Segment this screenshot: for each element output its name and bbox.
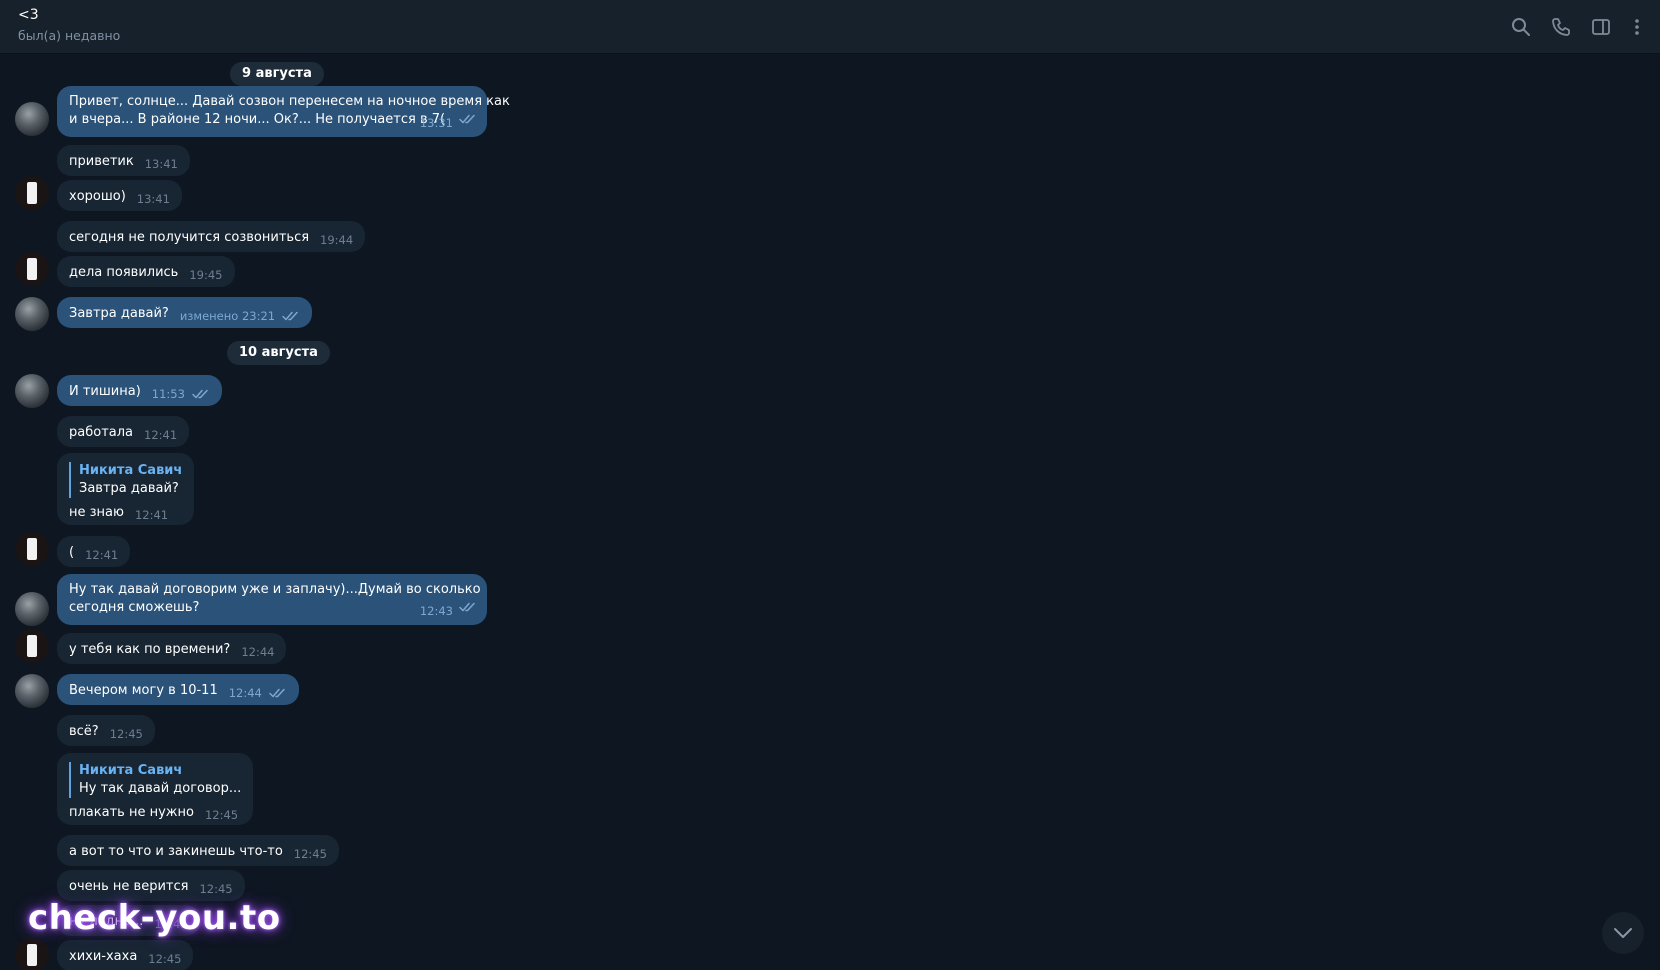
message-bubble[interactable]: Никита Савич Ну так давай договор... пла… xyxy=(57,753,254,825)
avatar[interactable] xyxy=(15,532,49,566)
message-time: 12:45 xyxy=(148,952,182,966)
avatar[interactable] xyxy=(15,592,49,626)
avatar[interactable] xyxy=(15,176,49,210)
message-text: дела появились xyxy=(69,265,179,280)
double-check-icon xyxy=(282,309,300,327)
message-time: 12:45 xyxy=(109,727,143,741)
message-bubble[interactable]: хорошо) 13:41 xyxy=(57,180,182,211)
reply-author: Никита Савич xyxy=(79,463,183,478)
scroll-down-button[interactable] xyxy=(1602,912,1644,954)
double-check-icon xyxy=(269,686,287,704)
message-bubble[interactable]: дела появились 19:45 xyxy=(57,256,235,287)
message-time: 13:41 xyxy=(144,157,178,171)
message-time: 19:44 xyxy=(320,233,354,247)
reply-quote[interactable]: Никита Савич Ну так давай договор... xyxy=(69,762,241,798)
message-text: сегодня не получится созвониться xyxy=(69,230,310,245)
message-bubble[interactable]: Привет, солнце... Давай созвон перенесем… xyxy=(57,86,510,137)
message-text: а вот то что и закинешь что-то xyxy=(69,844,283,859)
message-text: хорошо) xyxy=(69,189,126,204)
message-time: 19:45 xyxy=(189,268,223,282)
message-time: 12:41 xyxy=(144,428,178,442)
message-bubble[interactable]: Ну так давай договорим уже и заплачу)...… xyxy=(57,574,487,625)
date-separator: 9 августа xyxy=(230,62,324,86)
avatar[interactable] xyxy=(15,674,49,708)
message-time: 12:45 xyxy=(293,847,327,861)
message-list[interactable]: 9 августа Привет, солнце... Давай созвон… xyxy=(0,54,1660,970)
chevron-down-icon xyxy=(1614,928,1632,938)
message-time: изменено 23:21 xyxy=(179,309,276,323)
chat-title[interactable]: <3 xyxy=(18,7,39,23)
message-text: Привет, солнце... Давай созвон перенесем… xyxy=(69,94,510,109)
message-time: 12:45 xyxy=(199,882,233,896)
double-check-icon xyxy=(459,600,477,618)
watermark: check-you.to xyxy=(28,898,281,938)
chat-status: был(а) недавно xyxy=(18,28,121,43)
reply-text: Ну так давай договор... xyxy=(79,781,242,796)
message-text: всё? xyxy=(69,724,99,739)
message-text: очень не верится xyxy=(69,879,189,894)
reply-quote[interactable]: Никита Савич Завтра давай? xyxy=(69,462,182,498)
message-bubble[interactable]: а вот то что и закинешь что-то 12:45 xyxy=(57,835,339,866)
message-bubble[interactable]: очень не верится 12:45 xyxy=(57,870,245,901)
search-icon[interactable] xyxy=(1510,16,1532,38)
phone-icon[interactable] xyxy=(1550,16,1572,38)
avatar[interactable] xyxy=(15,102,49,136)
message-text: хихи-хаха xyxy=(69,949,138,964)
sidebar-toggle-icon[interactable] xyxy=(1590,16,1612,38)
message-time: 13:31 xyxy=(419,116,453,130)
avatar[interactable] xyxy=(15,297,49,331)
message-bubble[interactable]: хихи-хаха 12:45 xyxy=(57,940,194,970)
message-time: 12:43 xyxy=(419,604,453,618)
message-bubble[interactable]: всё? 12:45 xyxy=(57,715,155,746)
double-check-icon xyxy=(192,387,210,405)
avatar[interactable] xyxy=(15,252,49,286)
message-bubble[interactable]: (12:41 xyxy=(57,536,131,567)
message-bubble[interactable]: И тишина) 11:53 xyxy=(57,375,222,406)
message-time: 12:45 xyxy=(204,808,239,822)
message-text: плакать не нужно xyxy=(69,805,194,820)
message-bubble[interactable]: Вечером могу в 10-11 12:44 xyxy=(57,674,299,705)
message-text: работала xyxy=(69,425,134,440)
avatar[interactable] xyxy=(15,374,49,408)
message-time: 12:41 xyxy=(85,548,119,562)
avatar[interactable] xyxy=(15,938,49,970)
date-separator: 10 августа xyxy=(227,341,330,365)
message-time: 12:44 xyxy=(228,686,262,700)
message-text: Ну так давай договорим уже и заплачу)...… xyxy=(69,582,481,597)
message-text: приветик xyxy=(69,154,134,169)
message-text: не знаю xyxy=(69,505,124,520)
message-time: 13:41 xyxy=(136,192,170,206)
chat-header: <3 был(а) недавно xyxy=(0,0,1660,54)
message-text: и вчера... В районе 12 ночи... Ок?... Не… xyxy=(69,112,446,127)
avatar[interactable] xyxy=(15,629,49,663)
message-bubble[interactable]: Никита Савич Завтра давай? не знаю 12:41 xyxy=(57,453,195,525)
message-bubble[interactable]: работала 12:41 xyxy=(57,416,190,447)
message-text: Завтра давай? xyxy=(69,306,169,321)
message-bubble[interactable]: сегодня не получится созвониться 19:44 xyxy=(57,221,366,252)
message-text: И тишина) xyxy=(69,384,141,399)
reply-text: Завтра давай? xyxy=(79,481,179,496)
reply-author: Никита Савич xyxy=(79,763,183,778)
more-vertical-icon[interactable] xyxy=(1626,16,1648,38)
message-text: сегодня сможешь? xyxy=(69,600,200,615)
message-text: ( xyxy=(69,545,75,560)
message-bubble[interactable]: приветик 13:41 xyxy=(57,145,190,176)
message-time: 12:44 xyxy=(241,645,275,659)
message-text: Вечером могу в 10-11 xyxy=(69,683,218,698)
message-text: у тебя как по времени? xyxy=(69,642,231,657)
message-time: 12:41 xyxy=(134,508,169,522)
message-bubble[interactable]: у тебя как по времени? 12:44 xyxy=(57,633,287,664)
double-check-icon xyxy=(459,112,477,130)
message-bubble[interactable]: Завтра давай? изменено 23:21 xyxy=(57,297,313,328)
message-time: 11:53 xyxy=(151,387,185,401)
